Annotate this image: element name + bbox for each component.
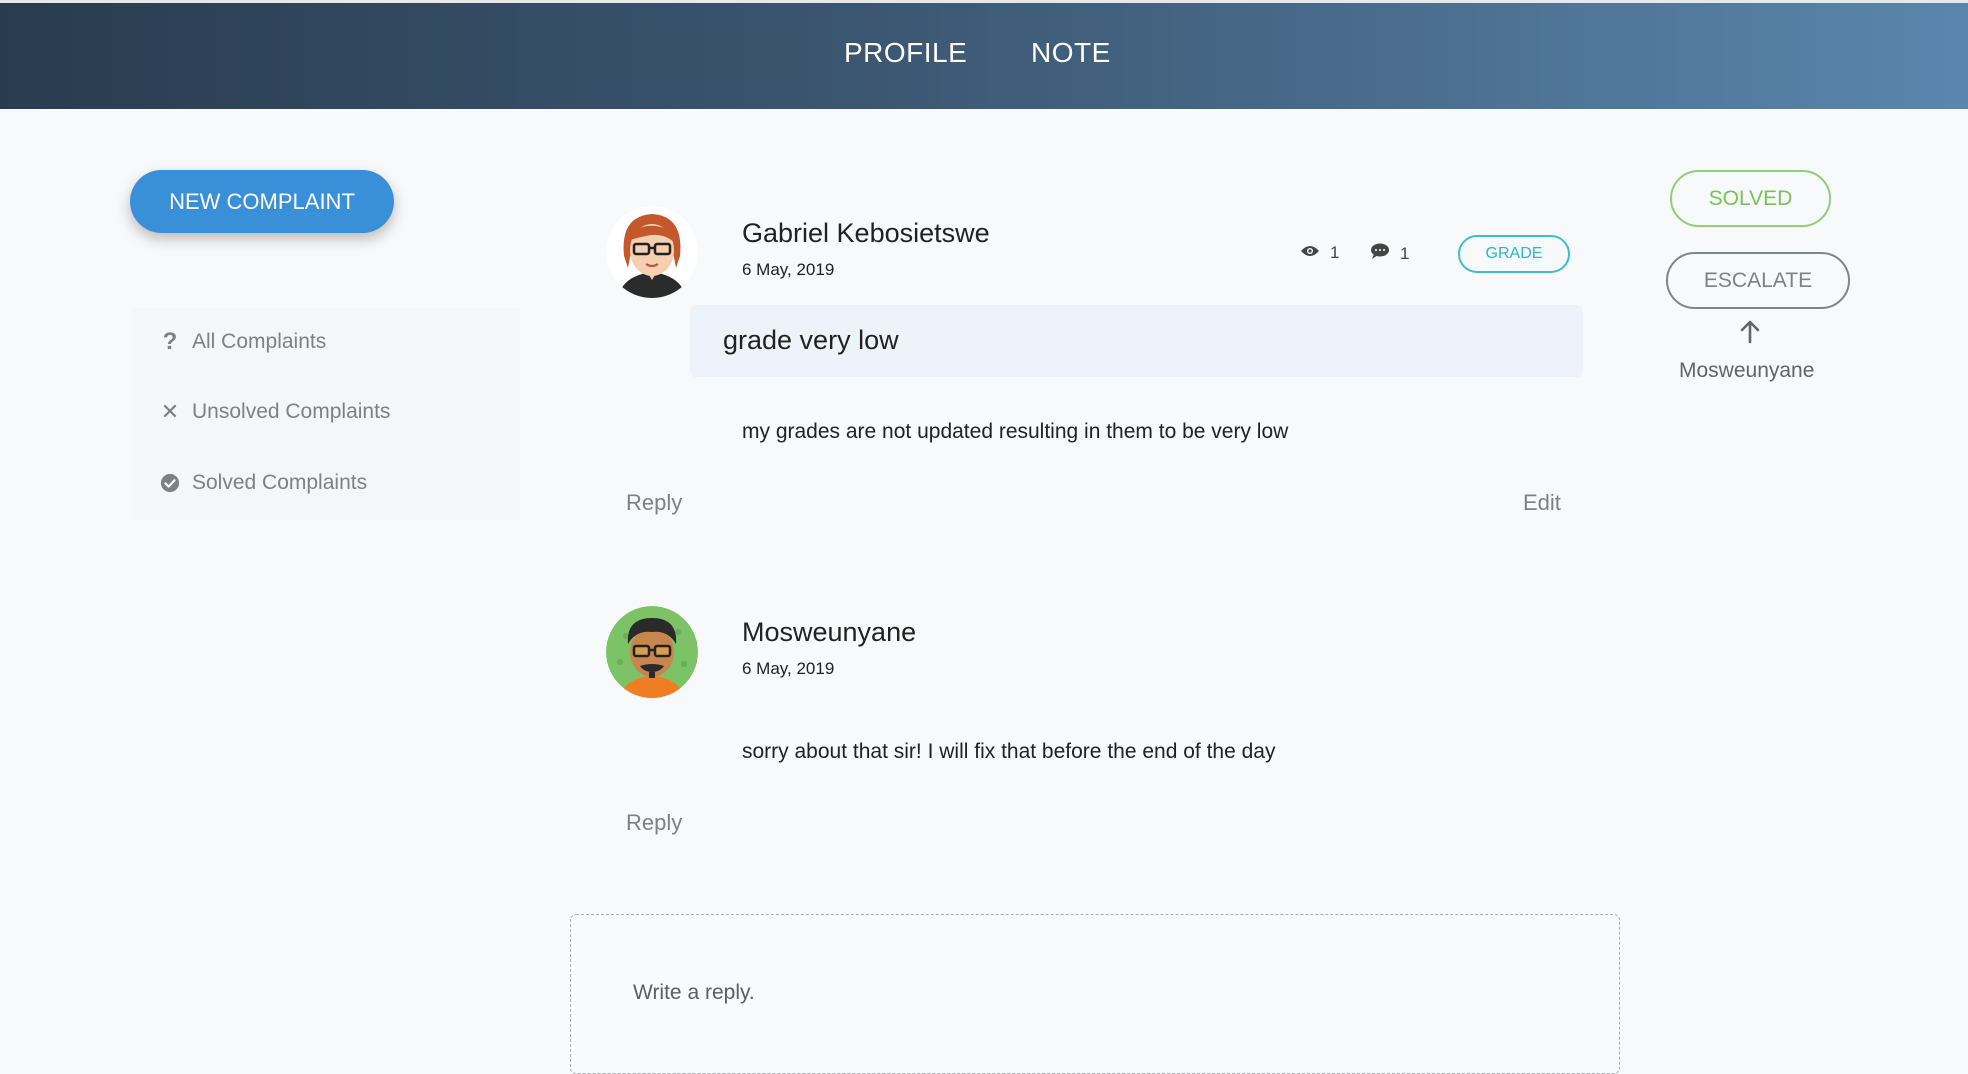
- escalate-button[interactable]: ESCALATE: [1666, 252, 1850, 309]
- question-icon: ?: [162, 328, 178, 355]
- category-tag[interactable]: GRADE: [1458, 235, 1570, 273]
- complaint-filter-menu: ? All Complaints ✕ Unsolved Complaints S…: [132, 308, 520, 520]
- complaint-date: 6 May, 2019: [742, 260, 835, 279]
- reply-composer: [570, 914, 1620, 1074]
- complaint-reply-link[interactable]: Reply: [626, 490, 682, 516]
- complaint-edit-link[interactable]: Edit: [1523, 490, 1561, 516]
- sidebar-item-all-complaints[interactable]: ? All Complaints: [160, 328, 327, 355]
- reply-body: sorry about that sir! I will fix that be…: [742, 740, 1276, 763]
- sidebar-item-label: All Complaints: [192, 330, 327, 353]
- views-count: 1: [1300, 243, 1339, 263]
- nav-profile-link[interactable]: PROFILE: [844, 37, 967, 69]
- close-icon: ✕: [160, 399, 180, 424]
- sidebar-item-label: Solved Complaints: [192, 471, 368, 494]
- reply-reply-link[interactable]: Reply: [626, 810, 682, 836]
- comment-icon: [1370, 243, 1390, 264]
- comments-count-value: 1: [1400, 243, 1410, 263]
- views-count-value: 1: [1330, 243, 1340, 262]
- comments-count: 1: [1370, 243, 1409, 264]
- complaint-author-name: Gabriel Kebosietswe: [742, 218, 990, 248]
- reply-date: 6 May, 2019: [742, 659, 835, 678]
- top-nav-bar: PROFILE NOTE: [0, 0, 1968, 109]
- author-avatar: [606, 206, 698, 298]
- complaint-title-box: grade very low: [690, 305, 1583, 377]
- sidebar-item-unsolved-complaints[interactable]: ✕ Unsolved Complaints: [160, 399, 391, 424]
- eye-icon: [1300, 243, 1320, 263]
- complaint-body: my grades are not updated resulting in t…: [742, 420, 1289, 443]
- reply-author-name: Mosweunyane: [742, 617, 917, 647]
- new-complaint-button[interactable]: NEW COMPLAINT: [130, 170, 394, 233]
- check-circle-icon: [160, 473, 180, 493]
- reply-author-avatar: [606, 606, 698, 698]
- escalated-to-name: Mosweunyane: [1679, 359, 1815, 382]
- solved-button[interactable]: SOLVED: [1670, 170, 1831, 227]
- complaint-title: grade very low: [723, 325, 899, 355]
- reply-input[interactable]: [631, 977, 1535, 1009]
- nav-note-link[interactable]: NOTE: [1031, 37, 1111, 69]
- sidebar-item-label: Unsolved Complaints: [192, 400, 391, 423]
- arrow-up-icon: [1737, 318, 1763, 344]
- sidebar-item-solved-complaints[interactable]: Solved Complaints: [160, 471, 367, 495]
